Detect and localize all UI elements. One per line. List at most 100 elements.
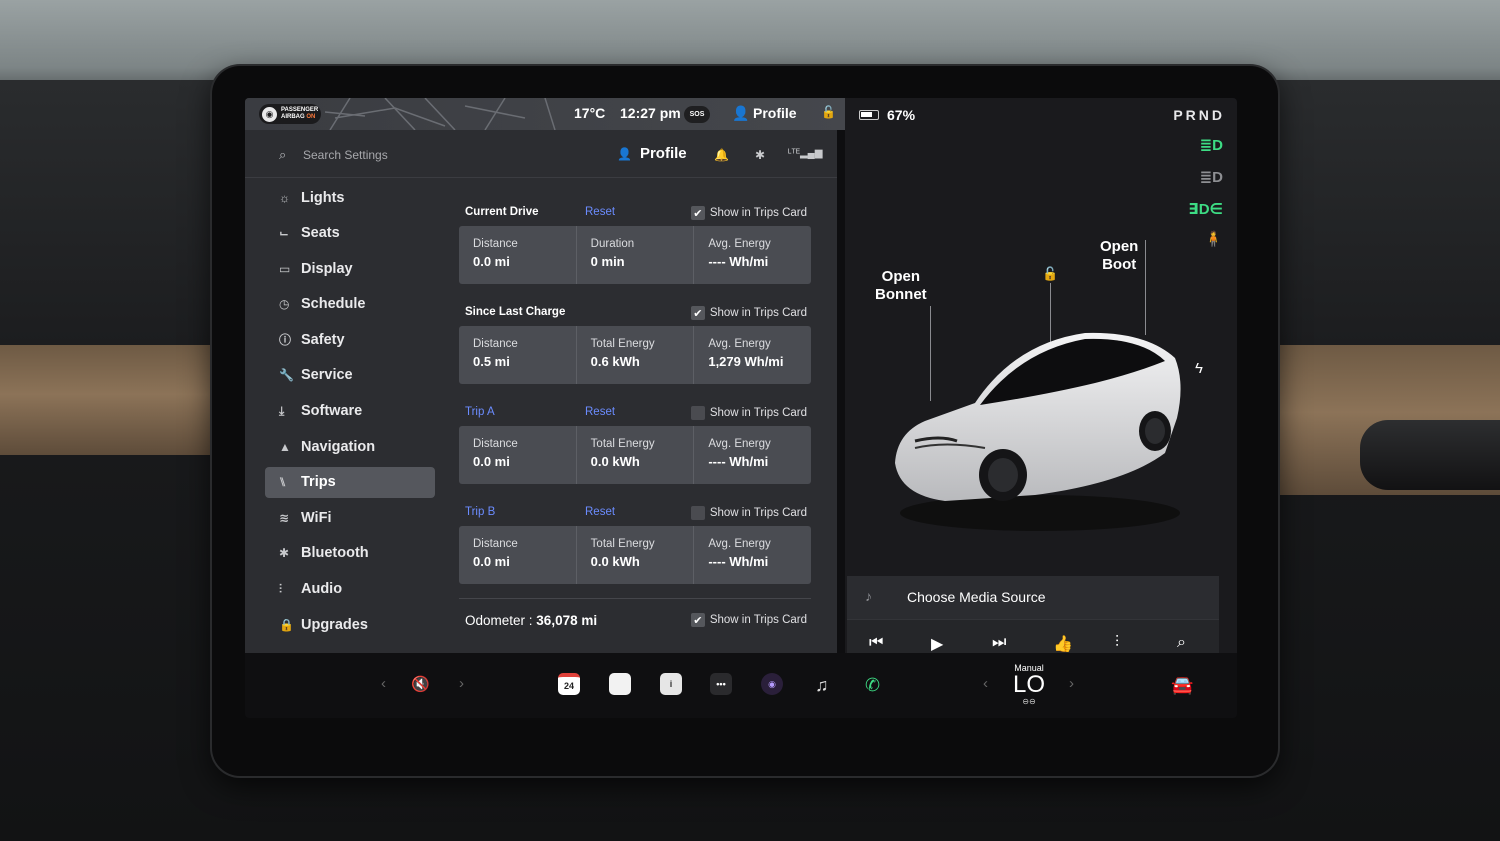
sidebar-item-audio[interactable]: ⫶ Audio bbox=[265, 574, 435, 605]
stat-tile: Avg. Energy 1,279 Wh/mi bbox=[708, 338, 784, 369]
trip-b-title: Trip B bbox=[465, 506, 496, 518]
lte-signal-icon: ᴸᵀᴱ▂▄▆ bbox=[788, 148, 823, 159]
equalizer-icon[interactable]: ⫶ bbox=[1115, 634, 1119, 652]
stat-tile: Total Energy 0.0 kWh bbox=[577, 526, 695, 584]
airbag-icon: ◉ bbox=[262, 106, 277, 122]
display-icon: ▭ bbox=[279, 261, 291, 276]
profile-label: Profile bbox=[639, 145, 687, 162]
volume-down-icon[interactable]: ‹ bbox=[381, 675, 386, 692]
map-preview-icon bbox=[325, 98, 556, 130]
sidebar-item-schedule[interactable]: ◷ Schedule bbox=[265, 289, 435, 320]
sidebar-item-lights[interactable]: ☼ Lights bbox=[265, 182, 435, 213]
checkbox-checked-icon[interactable]: ✔ bbox=[690, 206, 705, 220]
previous-track-icon[interactable]: ⏮ bbox=[869, 634, 883, 652]
sidebar-item-trips[interactable]: ⑊ Trips bbox=[265, 466, 435, 498]
settings-panel: ◉ PASSENGER AIRBAG ON 17°C 12:27 pm SOS … bbox=[245, 98, 845, 653]
phone-icon[interactable]: ✆ bbox=[865, 675, 880, 696]
stat-tile: Distance 0.0 mi bbox=[459, 526, 577, 584]
music-icon[interactable]: ♫ bbox=[815, 675, 829, 696]
checkbox-checked-icon[interactable]: ✔ bbox=[690, 306, 705, 320]
user-icon: 👤 bbox=[732, 105, 750, 121]
odometer-show-toggle[interactable]: ✔ Show in Trips Card bbox=[690, 613, 807, 627]
lock-icon: 🔒 bbox=[279, 617, 294, 632]
next-track-icon[interactable]: ⏭ bbox=[992, 634, 1006, 652]
seat-icon: ⌙ bbox=[279, 226, 290, 241]
temp-up-icon[interactable]: › bbox=[1069, 675, 1074, 692]
sidebar-item-wifi[interactable]: ≋ WiFi bbox=[265, 502, 435, 533]
clock-icon: ◷ bbox=[279, 297, 290, 312]
navigation-icon: ▲ bbox=[279, 439, 291, 454]
passenger-airbag-indicator: ◉ PASSENGER AIRBAG ON bbox=[259, 104, 321, 124]
sidebar-item-upgrades[interactable]: 🔒 Upgrades bbox=[265, 609, 435, 640]
stat-tile: Distance 0.0 mi bbox=[459, 426, 577, 484]
stat-tile: Distance 0.0 mi bbox=[459, 226, 577, 284]
seatbelt-warning-icon: 🧍 bbox=[1204, 231, 1223, 248]
unlock-icon[interactable]: 🔓 bbox=[1042, 266, 1058, 281]
since-last-charge-header: Since Last Charge ✔ Show in Trips Card bbox=[459, 298, 811, 324]
sidebar-item-bluetooth[interactable]: ✱ Bluetooth bbox=[265, 538, 435, 569]
calendar-icon[interactable]: 24 bbox=[558, 673, 580, 695]
temp-down-icon[interactable]: ‹ bbox=[983, 675, 988, 692]
trip-a-reset[interactable]: Reset bbox=[585, 406, 615, 418]
music-note-icon: ♪ bbox=[865, 588, 872, 604]
profile-button[interactable]: 👤 Profile bbox=[617, 145, 687, 162]
volume-up-icon[interactable]: › bbox=[459, 675, 464, 692]
since-last-charge-show-toggle[interactable]: ✔ Show in Trips Card bbox=[690, 306, 807, 320]
checkbox-checked-icon[interactable]: ✔ bbox=[690, 613, 705, 627]
stat-tile: Distance 0.5 mi bbox=[459, 326, 577, 384]
climate-control[interactable]: Manual LO ⊖⊖ bbox=[1009, 663, 1049, 706]
open-bonnet-button[interactable]: Open Bonnet bbox=[875, 268, 927, 304]
odometer-row: Odometer : 36,078 mi ✔ Show in Trips Card bbox=[459, 598, 811, 638]
trip-b-stats: Distance 0.0 mi Total Energy 0.0 kWh Avg. … bbox=[459, 526, 811, 584]
headlight-icon: ≣D bbox=[1199, 137, 1223, 154]
sidebar-item-navigation[interactable]: ▲ Navigation bbox=[265, 431, 435, 462]
notes-icon[interactable] bbox=[609, 673, 631, 695]
trip-a-show-toggle[interactable]: Show in Trips Card bbox=[690, 406, 807, 420]
sun-icon: ☼ bbox=[279, 190, 290, 205]
sidebar-item-seats[interactable]: ⌙ Seats bbox=[265, 218, 435, 249]
sidebar-item-display[interactable]: ▭ Display bbox=[265, 253, 435, 284]
search-input[interactable] bbox=[303, 144, 503, 166]
more-apps-icon[interactable]: ••• bbox=[710, 673, 732, 695]
play-icon[interactable]: ▶ bbox=[931, 634, 943, 654]
charge-port-icon[interactable]: ϟ bbox=[1195, 360, 1203, 377]
sidebar-item-service[interactable]: 🔧 Service bbox=[265, 360, 435, 391]
profile-statusbar[interactable]: Profile bbox=[753, 105, 797, 121]
temperature: 17°C bbox=[574, 105, 606, 121]
stat-tile: Duration 0 min bbox=[577, 226, 695, 284]
sos-button[interactable]: SOS bbox=[684, 106, 710, 123]
trip-b-reset[interactable]: Reset bbox=[585, 506, 615, 518]
checkbox-unchecked-icon[interactable] bbox=[690, 406, 705, 420]
settings-sidebar: ☼ Lights ⌙ Seats ▭ Display ◷ Schedule ⓘ Safet… bbox=[265, 182, 435, 645]
fan-icon: ⊖⊖ bbox=[1022, 697, 1036, 706]
search-icon[interactable]: ⌕ bbox=[1177, 634, 1186, 652]
mute-icon[interactable]: 🔇 bbox=[411, 675, 430, 693]
search-icon: ⌕ bbox=[279, 147, 287, 162]
odometer-value: 36,078 mi bbox=[536, 613, 598, 628]
checkbox-unchecked-icon[interactable] bbox=[690, 506, 705, 520]
open-boot-button[interactable]: Open Boot bbox=[1100, 238, 1138, 274]
media-source-row[interactable]: ♪ Choose Media Source bbox=[847, 576, 1219, 620]
wood-trim-left bbox=[0, 345, 225, 455]
current-drive-header: Current Drive Reset ✔ Show in Trips Card bbox=[459, 198, 811, 224]
current-drive-reset[interactable]: Reset bbox=[585, 206, 615, 218]
sidebar-item-software[interactable]: ⤓ Software bbox=[265, 396, 435, 427]
bell-icon[interactable]: 🔔 bbox=[714, 148, 729, 162]
car-image bbox=[895, 332, 1181, 531]
trip-a-stats: Distance 0.0 mi Total Energy 0.0 kWh Avg. … bbox=[459, 426, 811, 484]
boot-leader-line bbox=[1145, 240, 1146, 335]
current-drive-show-toggle[interactable]: ✔ Show in Trips Card bbox=[690, 206, 807, 220]
safety-icon: ⓘ bbox=[279, 333, 292, 348]
sidebar-item-safety[interactable]: ⓘ Safety bbox=[265, 324, 435, 355]
stat-tile: Avg. Energy ---- Wh/mi bbox=[708, 538, 771, 569]
car-controls-icon[interactable]: 🚘 bbox=[1171, 675, 1193, 696]
thumbs-up-icon[interactable]: 👍 bbox=[1053, 634, 1073, 654]
auto-headlight-icon: ≣D bbox=[1199, 169, 1223, 186]
camera-icon[interactable]: ◉ bbox=[761, 673, 783, 695]
unlock-icon[interactable]: 🔓 bbox=[821, 105, 836, 119]
manual-icon[interactable]: i bbox=[660, 673, 682, 695]
trip-b-show-toggle[interactable]: Show in Trips Card bbox=[690, 506, 807, 520]
since-last-charge-stats: Distance 0.5 mi Total Energy 0.6 kWh Avg. … bbox=[459, 326, 811, 384]
stat-tile: Total Energy 0.6 kWh bbox=[577, 326, 695, 384]
bluetooth-icon[interactable]: ✱ bbox=[755, 148, 765, 162]
